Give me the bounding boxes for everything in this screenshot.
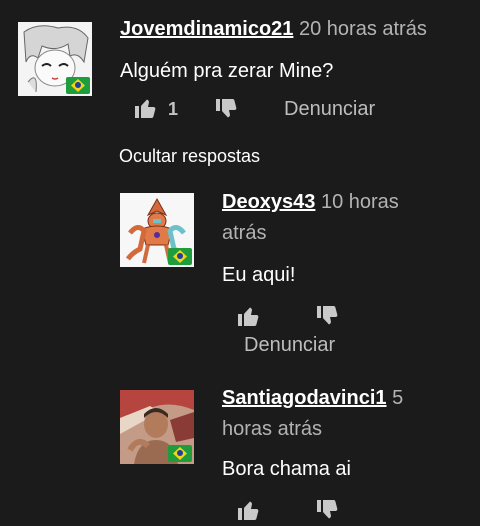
reply-time: 10 horas [320,191,399,213]
thumbs-up-icon[interactable] [237,304,261,328]
reply-author[interactable]: Deoxys43 [222,191,315,213]
reply-time: 5 [392,387,404,409]
avatar[interactable] [120,390,194,464]
avatar[interactable] [120,193,194,267]
comment-time: 20 horas atrás [298,18,427,40]
brazil-flag-icon [168,248,192,265]
thumbs-down-icon[interactable] [215,97,239,121]
reply-time-cont: horas atrás [222,418,323,440]
thumbs-up-icon[interactable] [237,498,261,522]
reply-text: Eu aqui! [222,264,296,286]
reply-text: Bora chama ai [222,458,351,480]
comment-text: Alguém pra zerar Mine? [120,60,334,82]
brazil-flag-icon [66,77,90,94]
hide-replies-button[interactable]: Ocultar respostas [119,146,260,167]
reply-time-cont: atrás [222,222,267,244]
brazil-flag-icon [168,445,192,462]
thumbs-up-icon[interactable] [134,96,158,120]
thumbs-down-icon[interactable] [316,304,340,328]
report-button[interactable]: Denunciar [244,334,335,357]
avatar[interactable] [18,22,92,96]
report-button[interactable]: Denunciar [284,98,375,121]
comment-author[interactable]: Jovemdinamico21 [120,18,293,40]
like-count: 1 [168,99,179,119]
reply-author[interactable]: Santiagodavinci1 [222,387,387,409]
thumbs-down-icon[interactable] [316,498,340,522]
